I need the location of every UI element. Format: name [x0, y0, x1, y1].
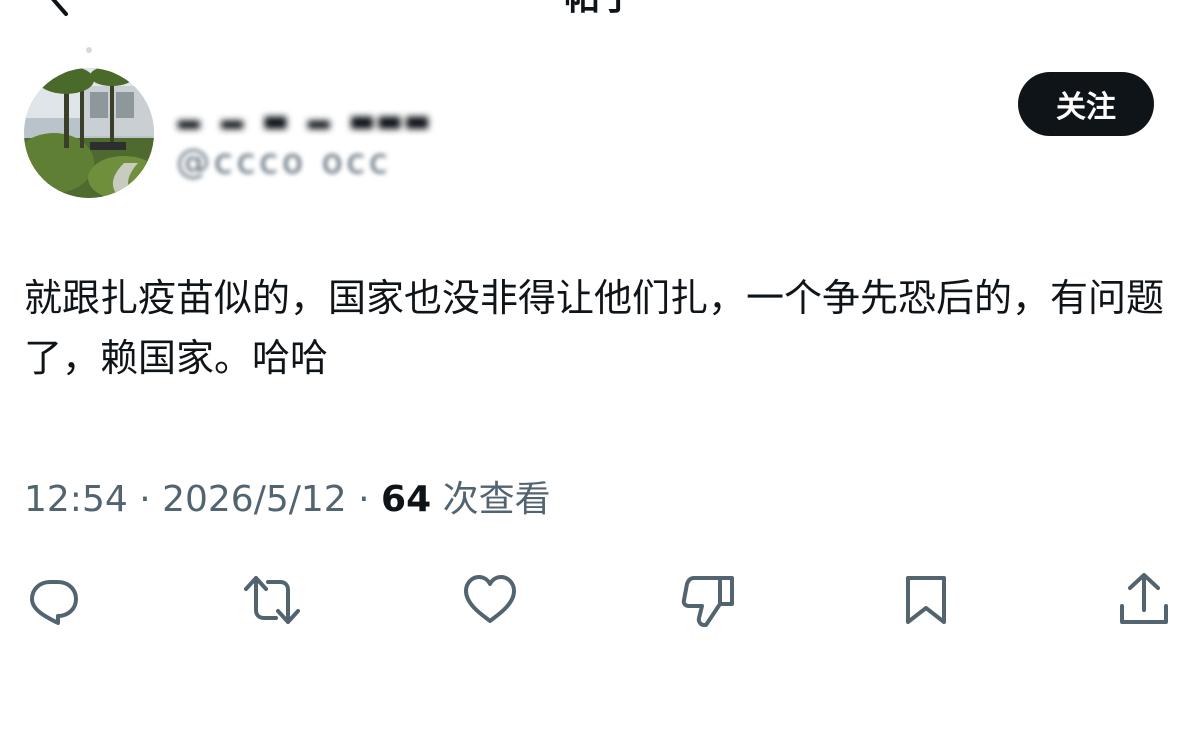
- share-icon: [1120, 573, 1168, 624]
- reply-icon: [30, 580, 78, 625]
- post-time[interactable]: 12:54: [24, 479, 128, 520]
- bookmark-icon: [906, 576, 946, 624]
- retweet-button[interactable]: [242, 572, 302, 628]
- post-text: 就跟扎疫苗似的，国家也没非得让他们扎，一个争先恐后的，有问题了，赖国家。哈哈: [24, 276, 1165, 380]
- dislike-icon: [681, 576, 734, 627]
- post-date[interactable]: 2026/5/12: [162, 479, 347, 520]
- meta-separator: ·: [346, 479, 382, 520]
- avatar-image: [24, 68, 154, 198]
- author-display-name[interactable]: ▂ ▂ ▃ ▂ ▃▃▃: [178, 96, 434, 130]
- bookmark-button[interactable]: [896, 572, 956, 628]
- decorative-dot: [86, 47, 92, 53]
- retweet-icon: [244, 576, 300, 624]
- follow-button[interactable]: 关注: [1018, 72, 1154, 136]
- author-handle[interactable]: @ccco occ: [176, 142, 392, 182]
- top-bar: 帖子: [0, 0, 1200, 20]
- views-label: 次查看: [431, 479, 551, 520]
- page-title: 帖子: [0, 0, 1200, 18]
- like-icon: [464, 575, 516, 623]
- reply-button[interactable]: [24, 572, 84, 628]
- share-button[interactable]: [1114, 572, 1174, 628]
- like-button[interactable]: [460, 572, 520, 628]
- dislike-button[interactable]: [678, 572, 738, 628]
- meta-separator: ·: [127, 479, 163, 520]
- avatar[interactable]: [24, 68, 154, 198]
- post-meta: 12:54 · 2026/5/12 · 64 次查看: [24, 476, 551, 524]
- views-count: 64: [381, 479, 432, 520]
